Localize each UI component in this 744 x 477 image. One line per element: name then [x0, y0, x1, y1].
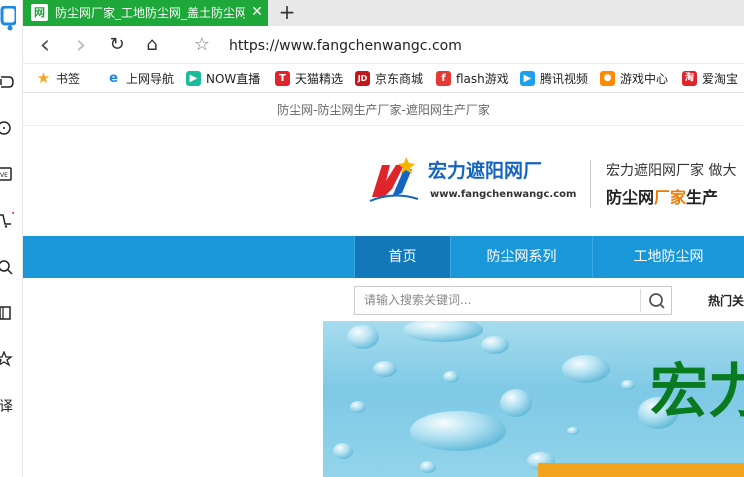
forward-button[interactable]: › [70, 32, 92, 58]
home-button[interactable]: ⌂ [141, 33, 163, 57]
tmall-icon: T [275, 70, 290, 86]
search-input[interactable] [364, 290, 634, 310]
banner-strip [538, 463, 744, 477]
search-separator [640, 289, 641, 312]
bookmark-item[interactable]: T 天猫精选 [275, 68, 343, 88]
nav-home[interactable]: 首页 [354, 236, 450, 278]
header-divider [590, 160, 591, 208]
new-tab-button[interactable]: + [278, 2, 296, 22]
live-icon[interactable]: VE [0, 166, 14, 182]
svg-text:译: 译 [0, 399, 13, 413]
bookmark-item[interactable]: ▶ 腾讯视频 [520, 68, 588, 88]
bookmark-label: 爱淘宝 [702, 71, 739, 86]
bookmark-label: 上网导航 [126, 71, 175, 86]
bookmark-star-icon: ★ [36, 68, 51, 87]
ie-icon: e [109, 70, 118, 86]
search-button[interactable] [645, 289, 669, 312]
bookmark-label: 书签 [56, 71, 81, 86]
nav-dust-net-series[interactable]: 防尘网系列 [450, 236, 592, 278]
magnifier-icon [649, 293, 665, 309]
bookmark-label: 京东商城 [375, 71, 424, 86]
favorite-star-icon[interactable]: ☆ [191, 33, 213, 57]
game-center-icon: ● [600, 70, 615, 86]
logo-url: www.fangchenwangc.com [430, 189, 577, 200]
now-live-icon: ▶ [186, 70, 201, 86]
svg-text:VE: VE [0, 172, 8, 179]
bookmark-label: 腾讯视频 [540, 71, 589, 86]
reload-button[interactable]: ↻ [106, 33, 128, 57]
logo-mark-icon[interactable] [368, 153, 420, 205]
tencent-video-icon: ▶ [520, 70, 535, 86]
bookmark-label: flash游戏 [456, 71, 509, 86]
book-icon[interactable] [0, 305, 14, 321]
bookmark-item[interactable]: ▶ NOW直播 [186, 68, 260, 88]
search-icon[interactable] [0, 259, 14, 275]
chat-icon[interactable] [0, 120, 14, 136]
aitaobao-icon: 淘 [682, 70, 697, 86]
cart-icon[interactable] [0, 212, 14, 228]
bookmark-item[interactable]: JD 京东商城 [355, 68, 423, 88]
banner-headline: 宏力 [650, 357, 744, 425]
tab-title: 防尘网厂家_工地防尘网_盖土防尘网 [55, 6, 245, 20]
jd-icon: JD [355, 70, 370, 86]
bookmark-label: 天猫精选 [295, 71, 344, 86]
products-suffix: 生产 [686, 188, 719, 207]
products-highlight: 厂家 [654, 188, 687, 207]
bookmark-label: NOW直播 [206, 71, 261, 86]
bookmark-item[interactable]: ★ 书签 [36, 68, 80, 88]
translate-icon[interactable]: 译 [0, 397, 16, 413]
back-button[interactable]: ‹ [34, 32, 56, 58]
bookmark-label: 游戏中心 [620, 71, 669, 86]
hot-keywords-label: 热门关 [708, 294, 744, 308]
header-slogan: 宏力遮阳网厂家 做大 [606, 163, 737, 179]
address-bar[interactable]: https://www.fangchenwangc.com [229, 36, 629, 56]
bookmark-item[interactable]: f flash游戏 [436, 68, 509, 88]
page-tagline: 防尘网-防尘网生产厂家-遮阳网生产厂家 [277, 103, 490, 117]
bookmark-item[interactable]: 淘 爱淘宝 [682, 68, 738, 88]
star-icon[interactable] [0, 351, 14, 367]
logo-title: 宏力遮阳网厂 [428, 160, 543, 182]
game-icon[interactable] [0, 74, 14, 90]
products-prefix: 防尘网 [606, 188, 655, 207]
divider [23, 125, 744, 126]
bookmark-item[interactable]: e 上网导航 [106, 68, 174, 88]
tab-close-icon[interactable]: ✕ [250, 3, 264, 21]
flash-icon: f [436, 70, 451, 86]
tab-favicon-icon: 网 [31, 4, 48, 21]
browser-logo-icon[interactable] [0, 6, 16, 32]
bookmark-item[interactable]: ● 游戏中心 [600, 68, 668, 88]
nav-construction-dust-net[interactable]: 工地防尘网 [592, 236, 744, 278]
header-products: 防尘网厂家生产 [606, 186, 744, 210]
